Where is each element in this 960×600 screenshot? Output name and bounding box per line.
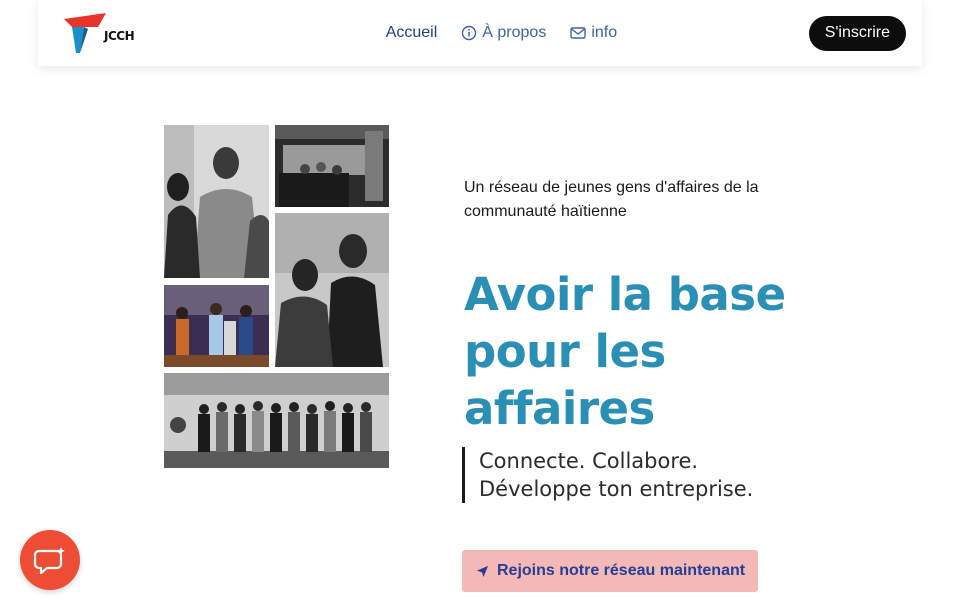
paper-plane-icon bbox=[476, 565, 489, 577]
hero-headline: Avoir la base pour les affaires bbox=[464, 266, 824, 437]
headline-line-1: Avoir la base bbox=[464, 268, 786, 321]
jcch-logo[interactable]: JCCH bbox=[62, 13, 135, 53]
main-nav: Accueil À propos info bbox=[386, 24, 617, 42]
nav-accueil-label: Accueil bbox=[385, 24, 438, 41]
event-photo-3 bbox=[275, 213, 389, 367]
chat-bubble-icon bbox=[33, 547, 65, 575]
nav-a-propos[interactable]: À propos bbox=[461, 24, 546, 42]
logo-mark-icon bbox=[64, 13, 106, 53]
headline-line-2: pour les bbox=[464, 325, 666, 378]
join-network-label: Rejoins notre réseau maintenant bbox=[497, 562, 746, 579]
logo-text: JCCH bbox=[104, 29, 135, 43]
nav-info-label: info bbox=[591, 24, 618, 41]
info-circle-icon bbox=[462, 25, 477, 41]
envelope-icon bbox=[570, 27, 587, 39]
nav-accueil[interactable]: Accueil bbox=[386, 24, 438, 42]
nav-info[interactable]: info bbox=[570, 24, 617, 42]
nav-a-propos-label: À propos bbox=[482, 24, 547, 41]
signup-button[interactable]: S'inscrire bbox=[808, 15, 906, 51]
site-header: JCCH Accueil À propos info S'inscrire bbox=[38, 0, 922, 66]
event-photo-4 bbox=[164, 285, 269, 367]
hero-tagline: Un réseau de jeunes gens d'affaires de l… bbox=[464, 179, 759, 220]
quote-line-2: Développe ton entreprise. bbox=[479, 477, 754, 501]
help-chat-button[interactable] bbox=[20, 530, 80, 590]
photo-collage bbox=[164, 125, 389, 468]
event-photo-1 bbox=[164, 125, 269, 278]
join-network-button[interactable]: Rejoins notre réseau maintenant bbox=[462, 550, 759, 592]
event-photo-5 bbox=[164, 373, 389, 468]
hero-quote: Connecte. Collabore. Développe ton entre… bbox=[462, 447, 822, 503]
quote-line-1: Connecte. Collabore. bbox=[479, 449, 699, 473]
event-photo-2 bbox=[275, 125, 389, 207]
headline-line-3: affaires bbox=[464, 382, 655, 435]
